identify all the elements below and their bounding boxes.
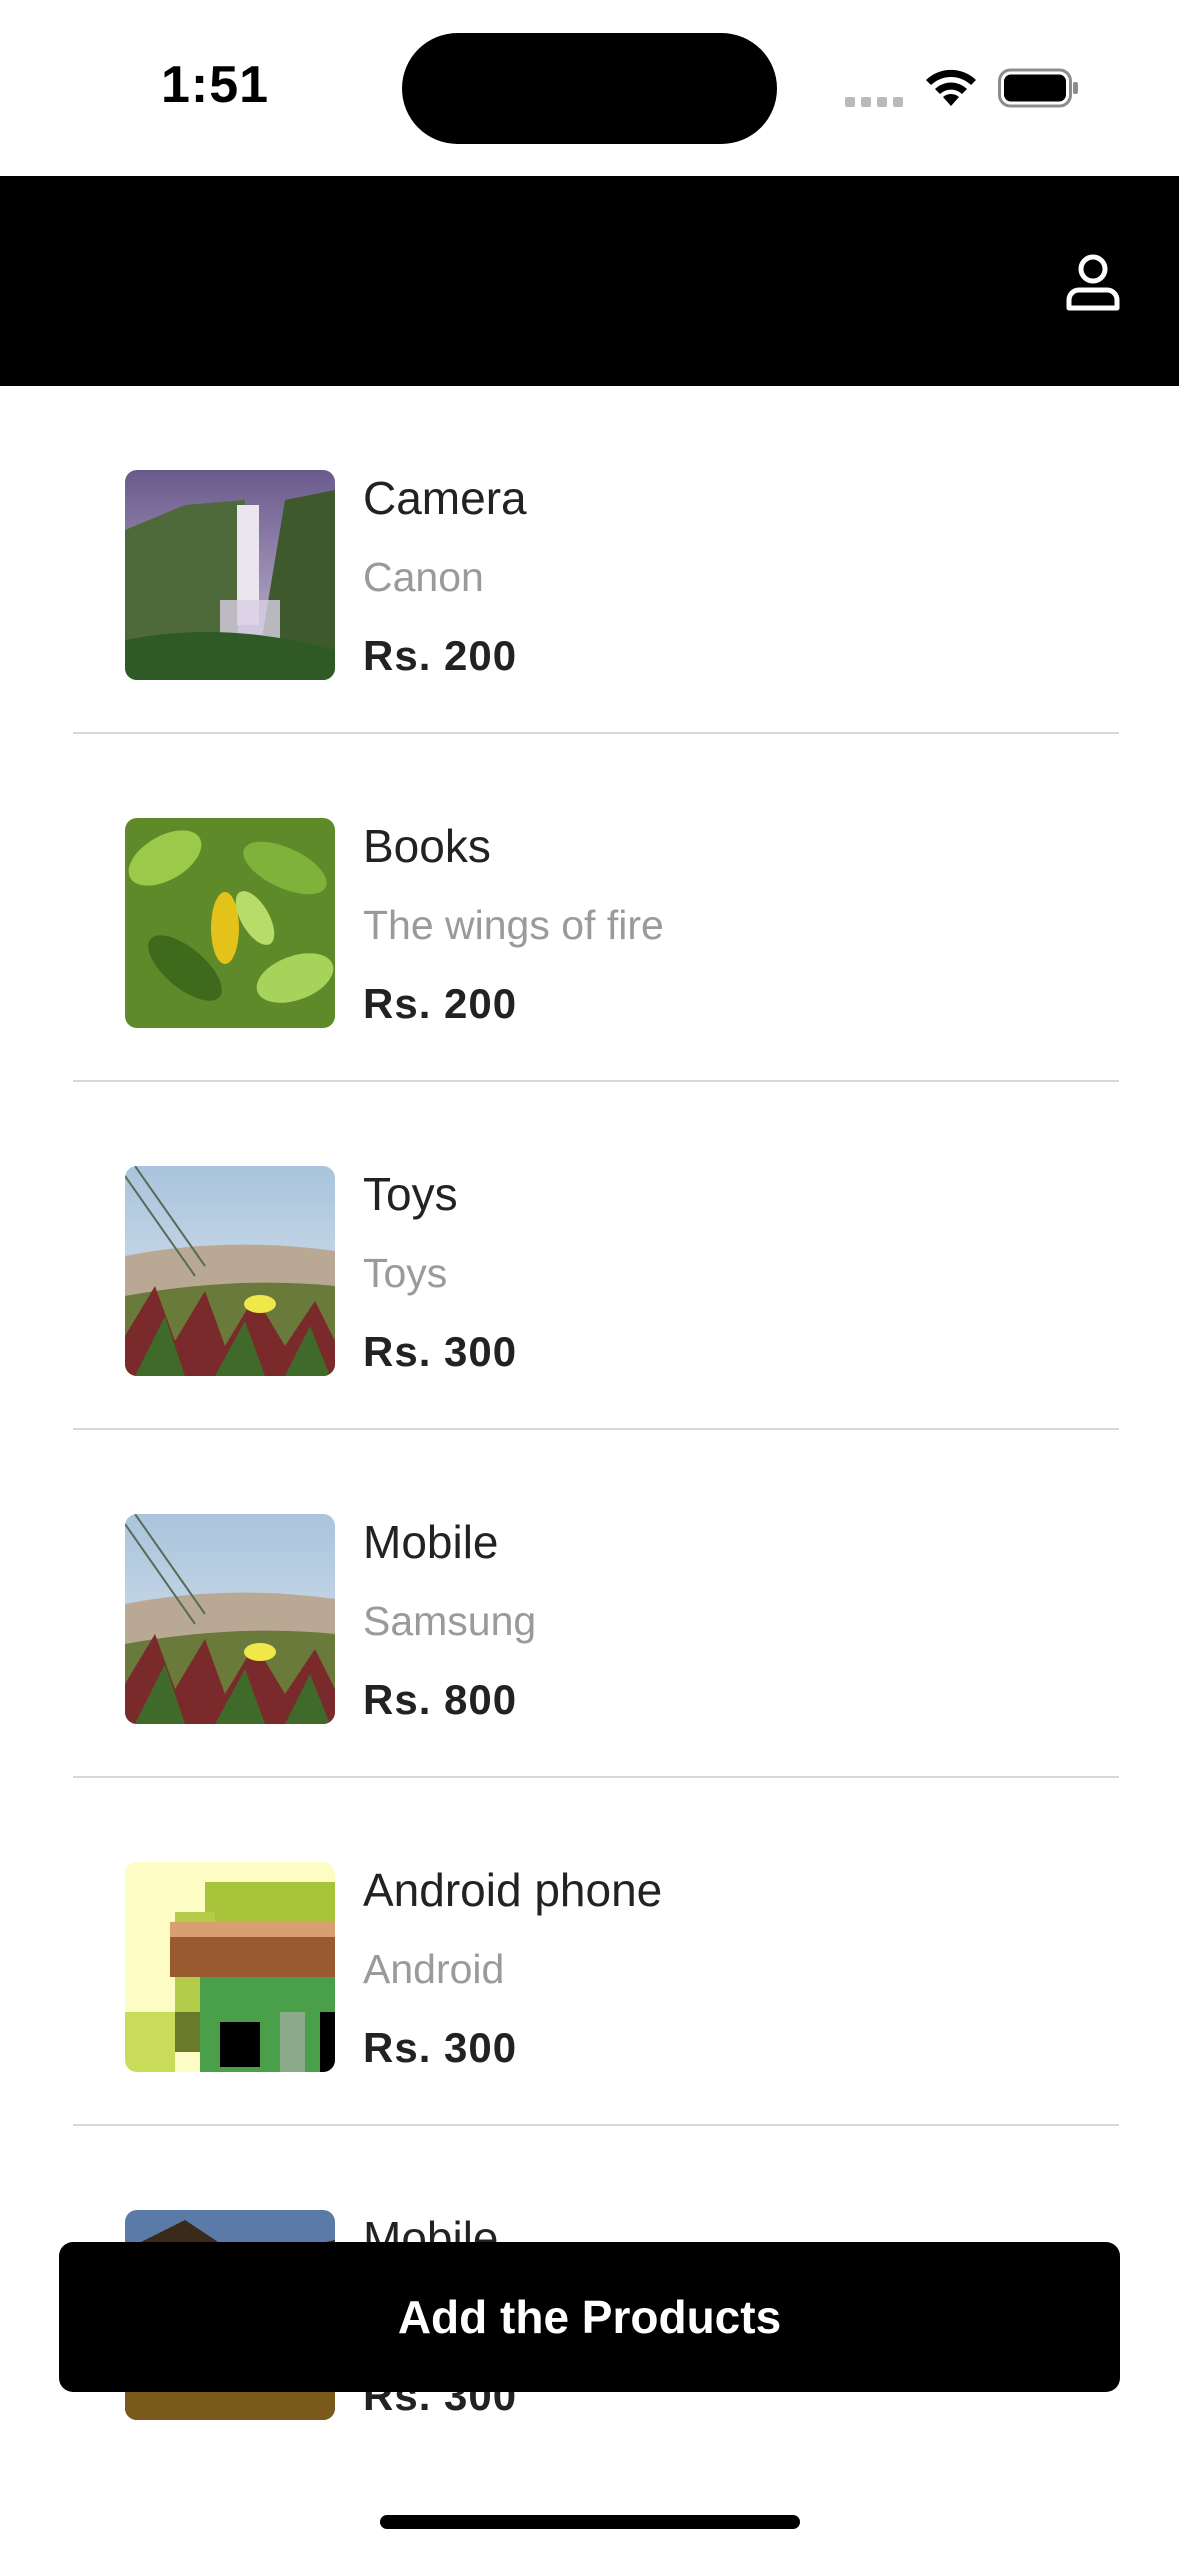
cellular-signal-icon	[845, 97, 905, 107]
product-row[interactable]: Camera Canon Rs. 200	[73, 386, 1119, 734]
product-brand: Android	[363, 1946, 505, 1992]
product-brand: Samsung	[363, 1598, 537, 1644]
home-indicator[interactable]	[380, 2515, 800, 2529]
product-list[interactable]: Camera Canon Rs. 200 Books The wings of …	[0, 386, 1179, 2556]
product-price: Rs. 200	[363, 632, 518, 679]
product-image	[125, 1166, 335, 1376]
product-row[interactable]: Toys Toys Rs. 300	[73, 1082, 1119, 1430]
app-header	[0, 176, 1179, 386]
product-brand: Toys	[363, 1250, 448, 1296]
wifi-icon	[926, 69, 976, 106]
product-row[interactable]: Books The wings of fire Rs. 200	[73, 734, 1119, 1082]
product-price: Rs. 800	[363, 1676, 518, 1723]
product-name: Mobile	[363, 1516, 499, 1568]
product-price: Rs. 300	[363, 2024, 518, 2071]
product-price: Rs. 200	[363, 980, 518, 1027]
add-products-button[interactable]: Add the Products	[59, 2242, 1120, 2392]
product-name: Android phone	[363, 1864, 663, 1916]
person-icon[interactable]	[1063, 252, 1123, 312]
product-name: Toys	[363, 1168, 458, 1220]
status-time: 1:51	[160, 56, 270, 114]
product-price: Rs. 300	[363, 1328, 518, 1375]
product-image	[125, 470, 335, 680]
status-bar: 1:51	[0, 0, 1179, 176]
product-brand: The wings of fire	[363, 902, 664, 948]
product-brand: Canon	[363, 554, 484, 600]
product-image	[125, 818, 335, 1028]
product-image	[125, 1862, 335, 2072]
dynamic-island	[402, 33, 777, 144]
product-row[interactable]: Mobile Samsung Rs. 800	[73, 1430, 1119, 1778]
battery-icon	[998, 68, 1078, 108]
product-image	[125, 1514, 335, 1724]
product-name: Books	[363, 820, 491, 872]
product-name: Camera	[363, 472, 527, 524]
product-row[interactable]: Android phone Android Rs. 300	[73, 1778, 1119, 2126]
